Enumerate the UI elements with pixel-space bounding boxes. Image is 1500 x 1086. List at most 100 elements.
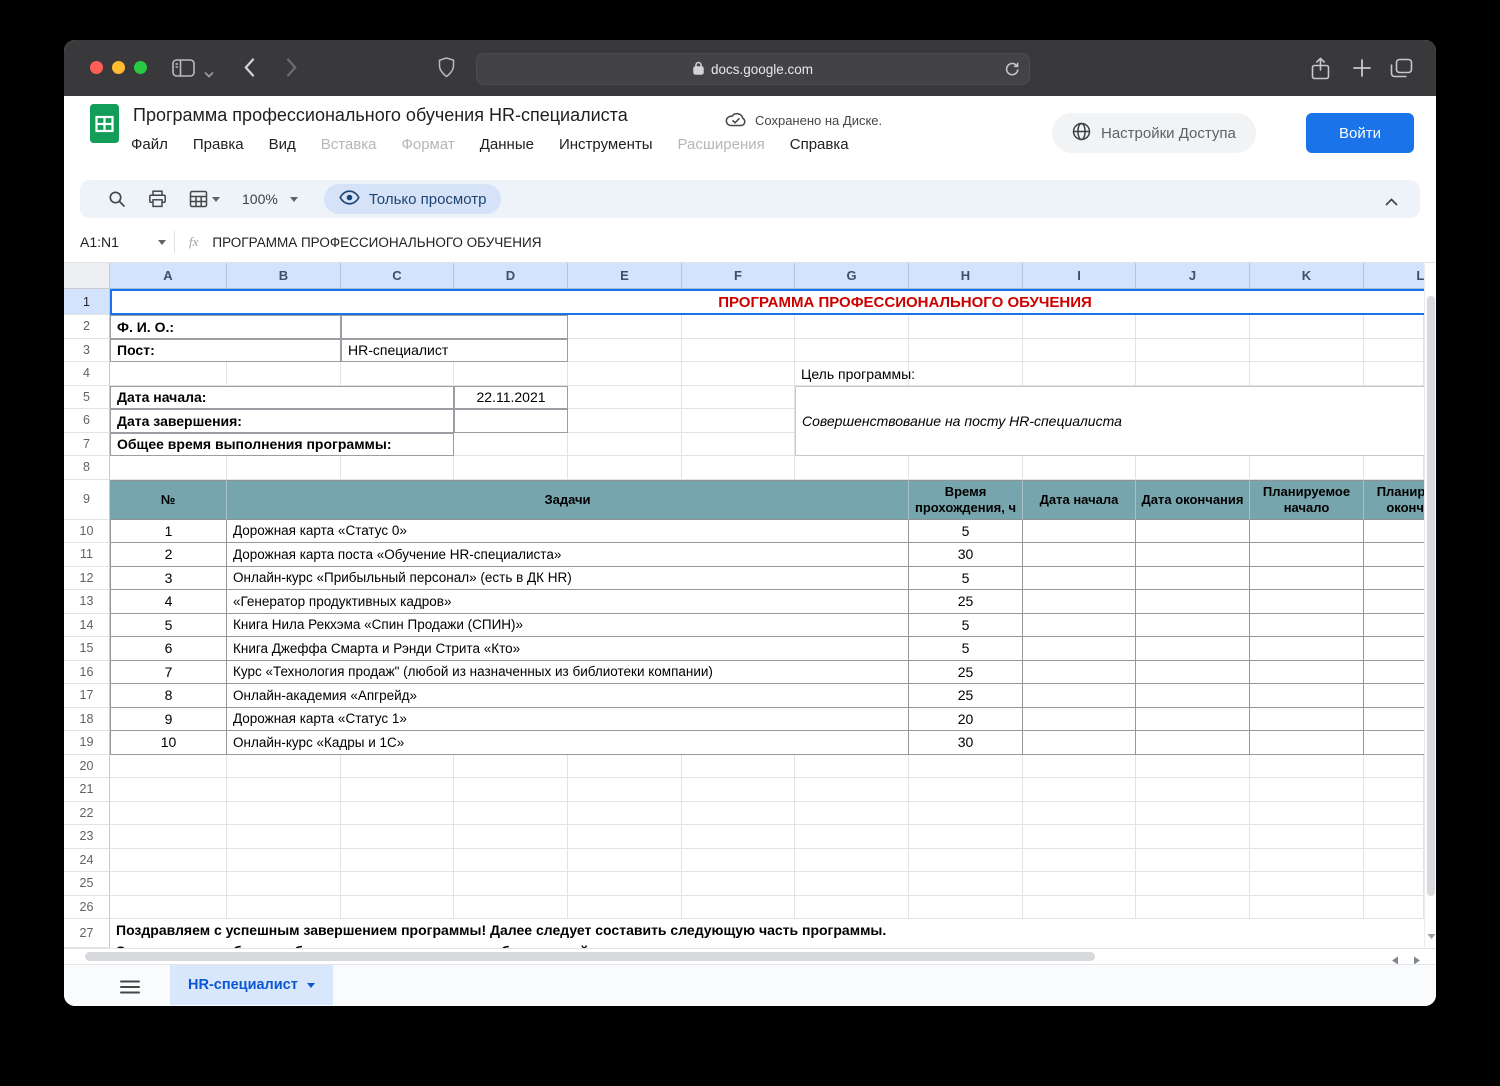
cell[interactable]	[795, 456, 909, 480]
table-row-14-cell[interactable]: Книга Нила Рекхэма «Спин Продажи (СПИН)»	[227, 613, 909, 637]
cell[interactable]	[1364, 801, 1424, 825]
cell[interactable]	[227, 778, 341, 802]
cell[interactable]	[1136, 801, 1250, 825]
cell[interactable]	[1136, 895, 1250, 919]
table-row-17-cell[interactable]	[1023, 684, 1136, 708]
row-header-7[interactable]: 7	[64, 432, 110, 456]
forward-icon[interactable]	[286, 58, 297, 82]
table-row-15-cell[interactable]	[1023, 637, 1136, 661]
cell[interactable]	[110, 778, 227, 802]
table-row-12-cell[interactable]	[1136, 566, 1250, 590]
active-sheet-tab[interactable]: HR-специалист	[170, 965, 333, 1005]
view-only-chip[interactable]: Только просмотр	[323, 184, 502, 214]
table-row-18-cell[interactable]	[1250, 707, 1364, 731]
cell[interactable]	[1136, 754, 1250, 778]
cell[interactable]	[454, 362, 568, 386]
column-header-H[interactable]: H	[909, 263, 1023, 289]
cell[interactable]	[682, 432, 795, 456]
row-header-18[interactable]: 18	[64, 707, 110, 731]
cell[interactable]	[568, 409, 682, 433]
cell[interactable]	[682, 385, 795, 409]
table-row-18-cell[interactable]	[1023, 707, 1136, 731]
cell[interactable]	[1364, 362, 1424, 386]
vertical-scrollbar-thumb[interactable]	[1427, 296, 1435, 896]
cell[interactable]	[454, 801, 568, 825]
row-header-5[interactable]: 5	[64, 385, 110, 409]
table-row-17-cell[interactable]	[1250, 684, 1364, 708]
total-time-label-cell[interactable]: Общее время выполнения программы:	[110, 432, 454, 456]
cell[interactable]	[909, 848, 1023, 872]
goal-value-cell[interactable]: Совершенствование на посту HR-специалист…	[795, 385, 1436, 456]
column-header-D[interactable]: D	[454, 263, 568, 289]
sheet-title-cell[interactable]: ПРОГРАММА ПРОФЕССИОНАЛЬНОГО ОБУЧЕНИЯ	[110, 289, 1436, 315]
menu-tools[interactable]: Инструменты	[559, 136, 653, 153]
column-header-E[interactable]: E	[568, 263, 682, 289]
privacy-shield-icon[interactable]	[438, 57, 455, 83]
table-row-14-cell[interactable]	[1136, 613, 1250, 637]
column-header-A[interactable]: A	[110, 263, 227, 289]
name-box-caret-icon[interactable]	[158, 239, 166, 245]
vertical-scrollbar[interactable]	[1424, 263, 1436, 948]
menu-view[interactable]: Вид	[269, 136, 296, 153]
sidebar-icon[interactable]	[172, 59, 195, 82]
menu-edit[interactable]: Правка	[193, 136, 244, 153]
cell[interactable]	[227, 825, 341, 849]
cell[interactable]	[1023, 872, 1136, 896]
start-date-value-cell[interactable]: 22.11.2021	[454, 385, 568, 409]
table-row-16-cell[interactable]	[1023, 660, 1136, 684]
table-row-14-cell[interactable]: 5	[110, 613, 227, 637]
formula-input[interactable]: ПРОГРАММА ПРОФЕССИОНАЛЬНОГО ОБУЧЕНИЯ	[212, 235, 541, 250]
row-header-9[interactable]: 9	[64, 479, 110, 520]
table-row-16-cell[interactable]: Курс «Технология продаж" (любой из назна…	[227, 660, 909, 684]
cell[interactable]	[1250, 456, 1364, 480]
cell[interactable]	[682, 778, 795, 802]
table-row-16-cell[interactable]: 25	[909, 660, 1023, 684]
table-row-18-cell[interactable]: 9	[110, 707, 227, 731]
new-tab-icon[interactable]	[1352, 58, 1372, 83]
scroll-down-icon[interactable]	[1427, 927, 1436, 945]
table-row-15-cell[interactable]	[1250, 637, 1364, 661]
cell[interactable]	[795, 754, 909, 778]
print-icon[interactable]	[148, 190, 167, 208]
document-title[interactable]: Программа профессионального обучения HR-…	[133, 105, 628, 126]
row-header-20[interactable]: 20	[64, 754, 110, 778]
table-row-15-cell[interactable]	[1136, 637, 1250, 661]
cell[interactable]	[568, 385, 682, 409]
row-header-10[interactable]: 10	[64, 519, 110, 543]
table-row-10-cell[interactable]: Дорожная карта «Статус 0»	[227, 519, 909, 543]
cell[interactable]	[1364, 338, 1424, 362]
cell[interactable]	[110, 456, 227, 480]
cell[interactable]	[1136, 872, 1250, 896]
reload-icon[interactable]	[1004, 61, 1020, 80]
grid-corner[interactable]	[64, 263, 110, 289]
cell[interactable]	[909, 801, 1023, 825]
menu-data[interactable]: Данные	[480, 136, 534, 153]
cell[interactable]	[682, 338, 795, 362]
cell[interactable]	[227, 362, 341, 386]
table-row-11-cell[interactable]	[1136, 543, 1250, 567]
cell[interactable]	[1364, 895, 1424, 919]
cell[interactable]	[795, 338, 909, 362]
row-header-23[interactable]: 23	[64, 825, 110, 849]
row-header-19[interactable]: 19	[64, 731, 110, 755]
cell[interactable]	[454, 895, 568, 919]
row-header-15[interactable]: 15	[64, 637, 110, 661]
cell[interactable]	[909, 778, 1023, 802]
cell[interactable]	[454, 825, 568, 849]
table-row-13-cell[interactable]	[1250, 590, 1364, 614]
table-row-13-cell[interactable]: 4	[110, 590, 227, 614]
close-window-button[interactable]	[90, 61, 103, 74]
cell[interactable]	[795, 801, 909, 825]
cell[interactable]	[795, 872, 909, 896]
table-row-10-cell[interactable]	[1023, 519, 1136, 543]
row-header-22[interactable]: 22	[64, 801, 110, 825]
cell[interactable]	[454, 754, 568, 778]
cell[interactable]	[227, 754, 341, 778]
fio-label-cell[interactable]: Ф. И. О.:	[110, 315, 341, 339]
cell[interactable]	[341, 872, 454, 896]
cell[interactable]	[1250, 338, 1364, 362]
cell[interactable]	[1364, 872, 1424, 896]
cell[interactable]	[454, 778, 568, 802]
cell[interactable]	[568, 456, 682, 480]
post-value-cell[interactable]: HR-специалист	[341, 338, 568, 362]
